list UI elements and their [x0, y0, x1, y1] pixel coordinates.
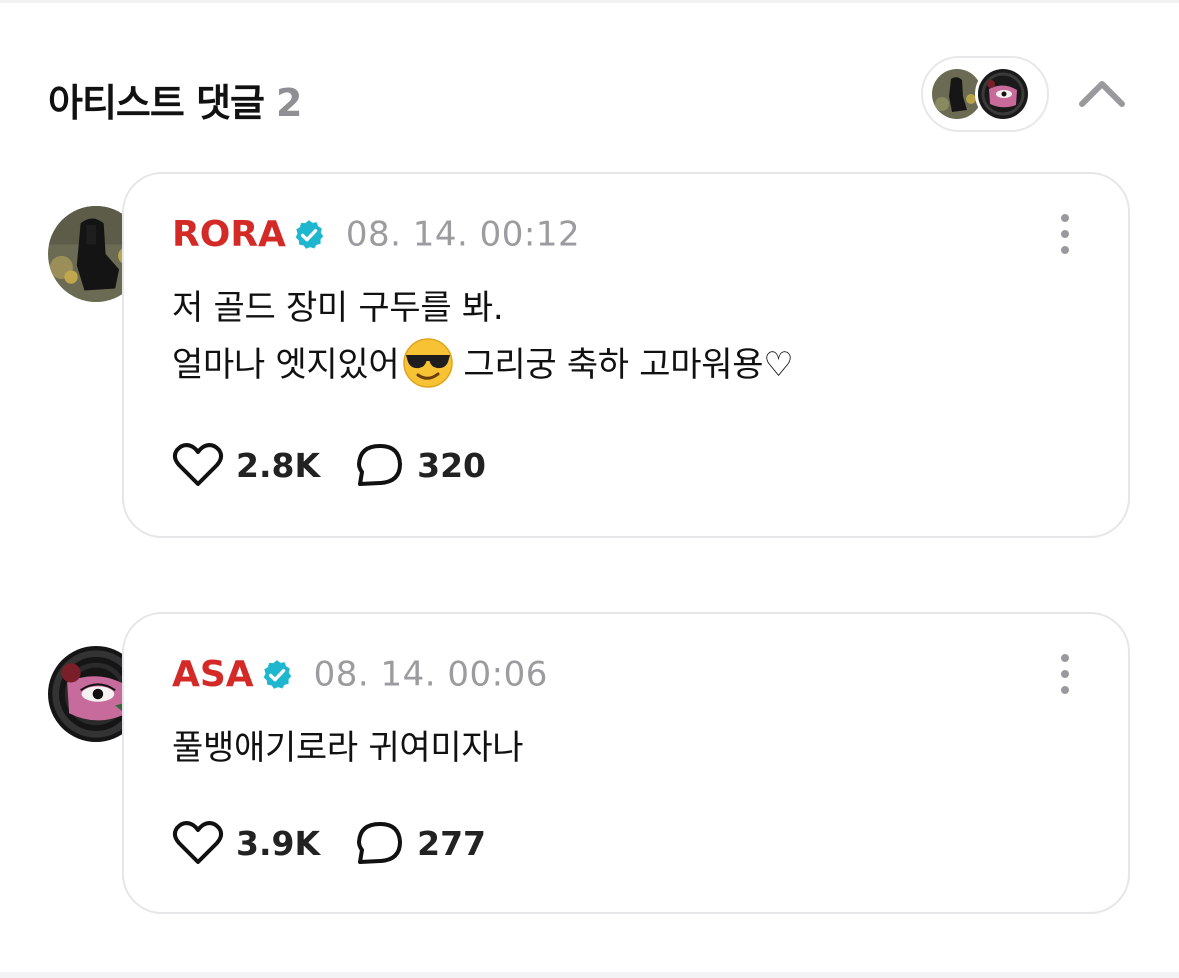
reply-button[interactable]: 277	[355, 820, 516, 866]
more-options-button[interactable]	[1054, 654, 1076, 694]
reply-button[interactable]: 320	[355, 442, 516, 488]
comment-header: ASA 08. 14. 00:06	[172, 654, 548, 698]
comment-actions: 3.9K 277	[172, 820, 516, 870]
comment-card: RORA 08. 14. 00:12 저 골드 장미 구두를 봐. 얼마나 엣지…	[122, 172, 1130, 538]
more-dot	[1061, 686, 1069, 694]
verified-badge-icon	[292, 218, 326, 252]
comment-body: 풀뱅애기로라 귀여미자나	[172, 720, 524, 776]
comment-bubble-icon	[357, 444, 403, 486]
verified-badge-icon	[260, 658, 294, 692]
reply-count: 320	[417, 445, 487, 485]
more-dot	[1061, 230, 1069, 238]
author-name[interactable]: RORA	[172, 214, 286, 255]
sunglasses-emoji-icon	[401, 336, 455, 390]
bottom-divider	[0, 972, 1179, 978]
comment-actions: 2.8K 320	[172, 442, 516, 492]
comment-body: 저 골드 장미 구두를 봐. 얼마나 엣지있어 그리궁 축하 고마워용♡	[172, 280, 794, 393]
heart-icon	[172, 443, 224, 486]
more-vertical-icon	[1061, 654, 1069, 662]
comment-line: 풀뱅애기로라 귀여미자나	[172, 728, 524, 768]
like-count: 3.9K	[236, 823, 321, 863]
artist-comments-header: 아티스트 댓글 2	[48, 56, 1138, 132]
avatar-asa-small	[975, 66, 1031, 122]
comment-card: ASA 08. 14. 00:06 풀뱅애기로라 귀여미자나 3.9K 277	[122, 612, 1130, 914]
comment-count: 2	[276, 81, 302, 125]
timestamp: 08. 14. 00:12	[345, 214, 581, 255]
more-options-button[interactable]	[1054, 214, 1076, 254]
more-dot	[1061, 246, 1069, 254]
comment-header: RORA 08. 14. 00:12	[172, 214, 580, 258]
section-title: 아티스트 댓글 2	[48, 72, 302, 127]
section-title-label: 아티스트 댓글	[48, 81, 265, 125]
comment-text: 얼마나 엣지있어	[172, 345, 400, 385]
more-dot	[1061, 670, 1069, 678]
comment-bubble-icon	[357, 822, 403, 864]
top-divider	[0, 0, 1179, 3]
chevron-up-icon	[1079, 81, 1125, 107]
like-button[interactable]: 3.9K	[172, 820, 350, 866]
like-count: 2.8K	[236, 445, 321, 485]
more-vertical-icon	[1061, 214, 1069, 222]
comment-line: 저 골드 장미 구두를 봐.	[172, 288, 504, 328]
artist-avatar-stack[interactable]	[921, 56, 1049, 132]
collapse-button[interactable]	[1074, 72, 1130, 112]
author-name[interactable]: ASA	[172, 654, 254, 695]
comment-text: 그리궁 축하 고마워용♡	[463, 345, 794, 385]
timestamp: 08. 14. 00:06	[313, 654, 548, 695]
like-button[interactable]: 2.8K	[172, 442, 350, 488]
comment-line: 얼마나 엣지있어 그리궁 축하 고마워용♡	[172, 336, 794, 393]
reply-count: 277	[417, 823, 487, 863]
heart-icon	[172, 821, 224, 864]
